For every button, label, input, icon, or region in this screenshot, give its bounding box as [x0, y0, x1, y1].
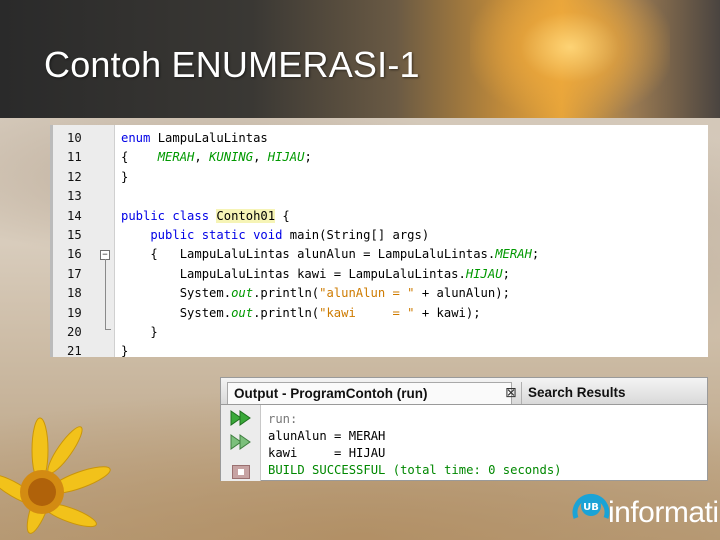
code-text: System.out.println("kawi = " + kawi);: [121, 304, 481, 323]
code-line[interactable]: 16− { LampuLaluLintas alunAlun = LampuLa…: [53, 245, 708, 264]
code-token: enum: [121, 131, 158, 145]
tab-output-label: Output - ProgramContoh (run): [234, 386, 428, 401]
code-line[interactable]: 11 { MERAH, KUNING, HIJAU;: [53, 148, 708, 167]
code-token: + kawi);: [414, 305, 481, 320]
code-token: { LampuLaluLintas alunAlun = LampuLaluLi…: [121, 247, 496, 262]
code-line[interactable]: 17 LampuLaluLintas kawi = LampuLaluLinta…: [53, 265, 708, 284]
code-token: ,: [253, 150, 268, 165]
code-text: public static void main(String[] args): [121, 226, 429, 245]
code-token: HIJAU: [465, 266, 503, 281]
output-line-run: run:: [268, 412, 298, 426]
code-token: ;: [304, 150, 312, 165]
logo-mark-text: UB: [583, 502, 599, 513]
background-sun-glow: [470, 0, 670, 118]
code-token: out: [231, 286, 254, 301]
flower-decoration: [0, 417, 111, 534]
code-token: System.: [121, 286, 232, 301]
code-token: ;: [502, 266, 510, 281]
code-text: }: [121, 168, 128, 187]
code-token: "kawi = ": [319, 305, 415, 320]
code-line[interactable]: 13: [53, 187, 708, 206]
code-token: public static void: [121, 228, 290, 242]
code-token: "alunAlun = ": [319, 286, 415, 301]
code-token: ,: [194, 150, 210, 165]
code-text: public class Contoh01 {: [121, 207, 290, 226]
code-line[interactable]: 21}: [53, 342, 708, 357]
rerun-icon[interactable]: [229, 410, 253, 426]
tab-output-run[interactable]: Output - ProgramContoh (run): [227, 382, 512, 404]
line-number: 10: [67, 131, 82, 145]
fold-guide-end: [105, 329, 111, 330]
line-number: 21: [67, 344, 82, 357]
line-number: 13: [67, 189, 82, 204]
output-tab-bar: Output - ProgramContoh (run) ⊠ Search Re…: [221, 378, 707, 405]
output-line-kawi: kawi = HIJAU: [268, 446, 386, 460]
line-number: 16: [67, 247, 82, 262]
informatika-logo: UB informatika: [568, 488, 720, 538]
code-token: {: [121, 150, 158, 165]
line-number: 18: [67, 286, 82, 301]
code-token: LampuLaluLintas: [157, 131, 268, 145]
fold-guide: [105, 259, 106, 329]
output-toolbar: [221, 405, 261, 481]
tab-search-results[interactable]: Search Results: [521, 382, 701, 404]
code-text: }: [121, 342, 128, 357]
code-text: enum LampuLaluLintas: [121, 129, 268, 148]
code-token: Contoh01: [216, 208, 276, 223]
code-token: {: [275, 208, 290, 223]
line-number: 17: [67, 266, 82, 281]
code-editor[interactable]: 10 enum LampuLaluLintas 11 { MERAH, KUNING,…: [50, 125, 708, 357]
code-token: .println(: [253, 286, 320, 301]
code-token: ;: [531, 247, 540, 262]
code-line[interactable]: 10 enum LampuLaluLintas: [53, 129, 708, 148]
code-token: + alunAlun);: [414, 286, 510, 301]
code-line[interactable]: 19 System.out.println("kawi = " + kawi);: [53, 304, 708, 323]
slide-title: Contoh ENUMERASI-1: [44, 44, 420, 85]
line-number: 11: [67, 150, 82, 165]
output-line-alunalun: alunAlun = MERAH: [268, 429, 386, 443]
code-token: KUNING: [209, 150, 254, 165]
line-number: 19: [67, 305, 82, 320]
code-token: public class: [121, 208, 217, 223]
code-token: main(String[] args): [289, 228, 430, 242]
code-text: }: [121, 323, 158, 342]
logo-text: informatika: [608, 496, 720, 529]
code-token: }: [121, 325, 158, 339]
code-text: { MERAH, KUNING, HIJAU;: [121, 148, 312, 167]
line-number: 12: [67, 169, 82, 184]
code-token: MERAH: [495, 247, 532, 262]
code-line[interactable]: 12}: [53, 168, 708, 187]
code-token: out: [231, 305, 254, 320]
rerun-with-options-icon[interactable]: [229, 434, 253, 450]
code-token: .println(: [253, 305, 320, 320]
output-build-status: BUILD SUCCESSFUL (total time: 0 seconds): [268, 463, 562, 477]
code-token: LampuLaluLintas kawi = LampuLaluLintas.: [121, 266, 466, 281]
line-number: 20: [67, 325, 82, 339]
code-token: HIJAU: [267, 150, 305, 165]
output-window[interactable]: Output - ProgramContoh (run) ⊠ Search Re…: [220, 377, 708, 481]
code-token: MERAH: [157, 150, 195, 165]
code-token: }: [121, 169, 129, 184]
code-line[interactable]: 18 System.out.println("alunAlun = " + al…: [53, 284, 708, 303]
code-text: LampuLaluLintas kawi = LampuLaluLintas.H…: [121, 265, 510, 284]
tab-search-label: Search Results: [528, 385, 626, 400]
line-number: 14: [67, 208, 82, 223]
code-line[interactable]: 15 public static void main(String[] args…: [53, 226, 708, 245]
code-token: System.: [121, 305, 232, 320]
line-number: 15: [67, 228, 82, 242]
stop-icon[interactable]: [232, 465, 250, 479]
tab-close-icon[interactable]: ⊠: [505, 382, 517, 404]
code-token: }: [121, 344, 129, 357]
code-text: System.out.println("alunAlun = " + alunA…: [121, 284, 510, 303]
code-text: { LampuLaluLintas alunAlun = LampuLaluLi…: [121, 245, 539, 264]
code-line[interactable]: 20 }: [53, 323, 708, 342]
code-line[interactable]: 14 public class Contoh01 {: [53, 207, 708, 226]
